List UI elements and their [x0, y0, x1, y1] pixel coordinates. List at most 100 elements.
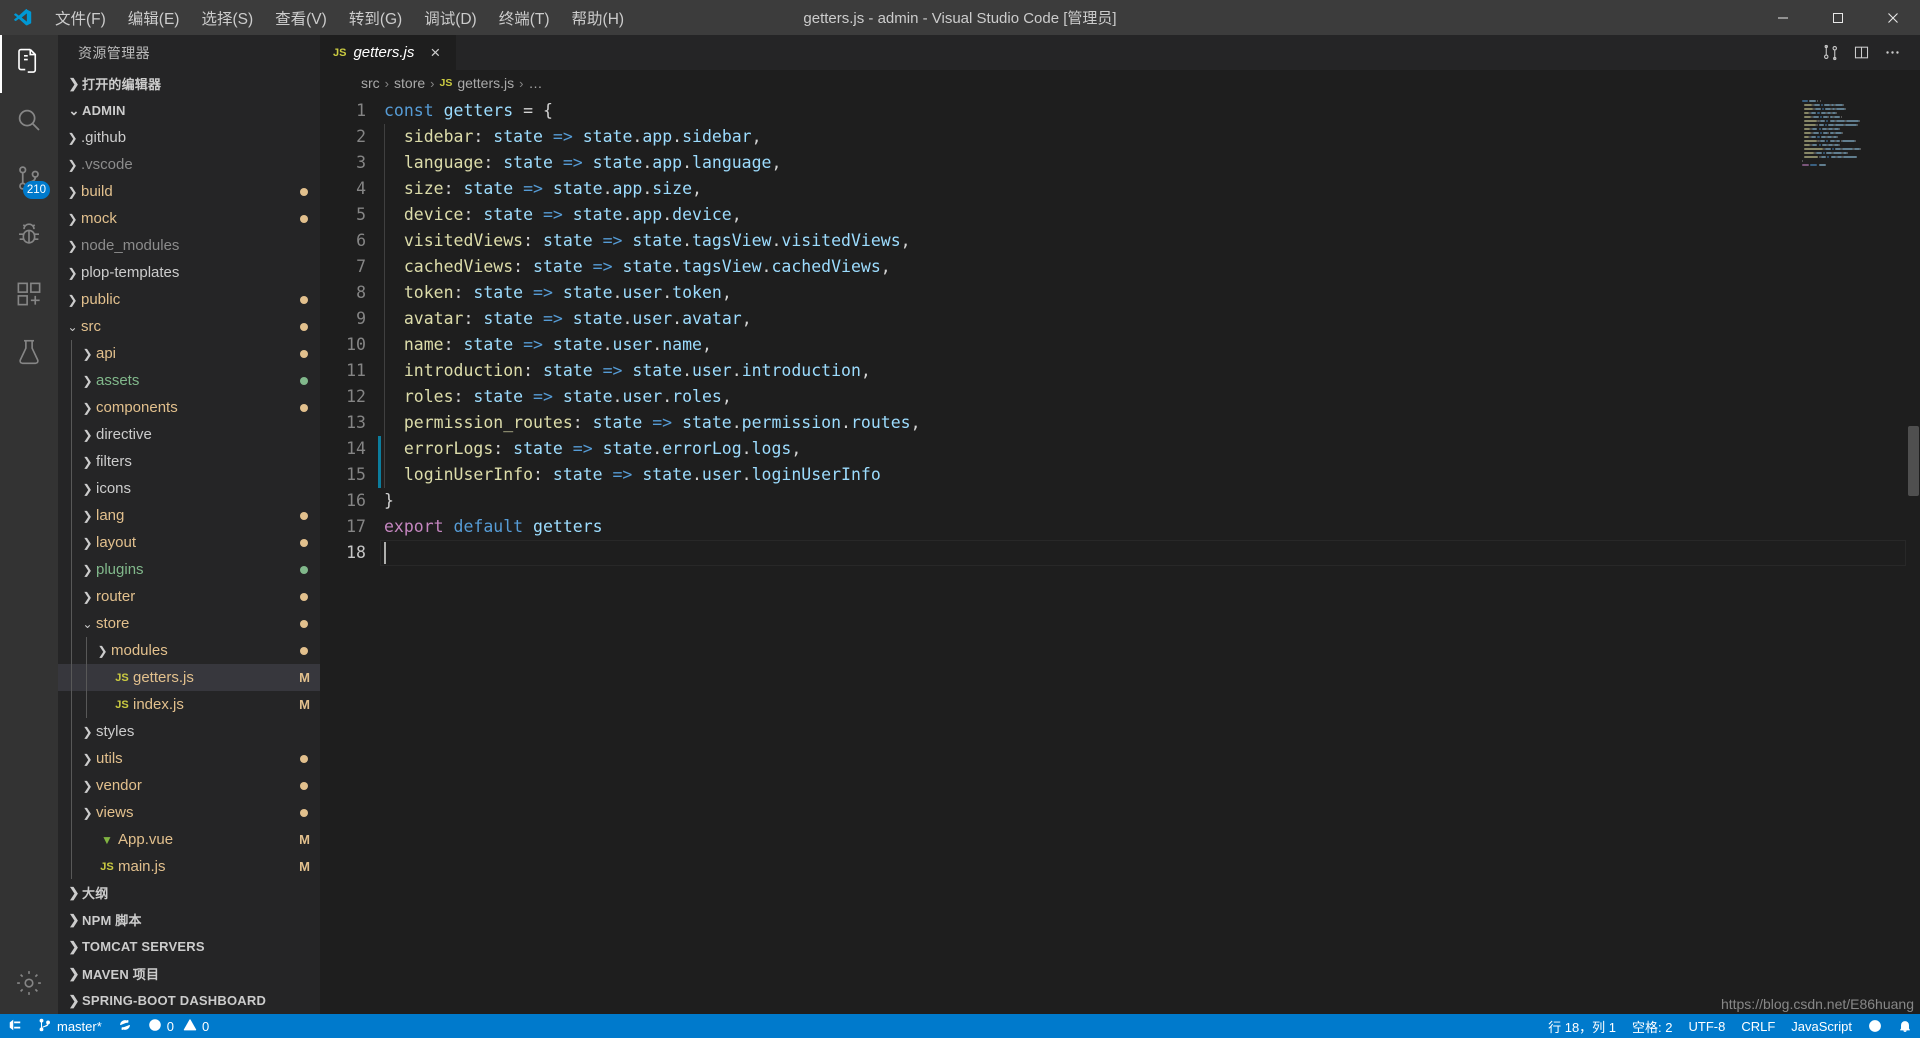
section-spring-boot-dashboard[interactable]: ❯ SPRING-BOOT DASHBOARD	[58, 987, 320, 1014]
tree-item-plop-templates[interactable]: ❯ plop-templates	[58, 259, 320, 286]
section-npm-scripts[interactable]: ❯ NPM 脚本	[58, 906, 320, 933]
chevron-right-icon[interactable]: ❯	[79, 806, 96, 820]
code-line[interactable]: const getters = {	[382, 98, 1920, 124]
tree-item-mock[interactable]: ❯ mock	[58, 205, 320, 232]
git-branch[interactable]: master*	[30, 1014, 110, 1038]
menu-bar[interactable]: 文件(F) 编辑(E) 选择(S) 查看(V) 转到(G) 调试(D) 终端(T…	[44, 0, 635, 35]
close-button[interactable]	[1865, 0, 1920, 35]
section-project-admin[interactable]: ⌄ ADMIN	[58, 97, 320, 124]
chevron-right-icon[interactable]: ❯	[79, 536, 96, 550]
tree-item-api[interactable]: ❯ api	[58, 340, 320, 367]
breadcrumb-item-store[interactable]: store	[394, 75, 425, 91]
remote-indicator[interactable]	[0, 1014, 30, 1038]
tree-item--github[interactable]: ❯ .github	[58, 124, 320, 151]
code-line[interactable]: visitedViews: state => state.tagsView.vi…	[382, 228, 1920, 254]
chevron-right-icon[interactable]: ❯	[79, 401, 96, 415]
tree-item-build[interactable]: ❯ build	[58, 178, 320, 205]
activity-manage[interactable]	[0, 956, 58, 1014]
chevron-right-icon[interactable]: ❯	[79, 374, 96, 388]
code-line[interactable]: device: state => state.app.device,	[382, 202, 1920, 228]
code-line[interactable]: }	[382, 488, 1920, 514]
chevron-right-icon[interactable]: ❯	[79, 590, 96, 604]
tree-item-lang[interactable]: ❯ lang	[58, 502, 320, 529]
code-editor[interactable]: 1 2 3 4 5 6 7 8 9 10 11 12 13 14 15 16 17 18 const getter…	[320, 96, 1920, 1014]
chevron-right-icon[interactable]: ❯	[64, 293, 81, 307]
tree-item-store[interactable]: ⌄ store	[58, 610, 320, 637]
breadcrumb-item-file[interactable]: getters.js	[457, 75, 514, 91]
chevron-right-icon[interactable]: ❯	[79, 428, 96, 442]
chevron-right-icon[interactable]: ❯	[79, 455, 96, 469]
end-of-line[interactable]: CRLF	[1733, 1019, 1783, 1034]
breadcrumb[interactable]: src › store › JS getters.js › …	[320, 70, 1920, 96]
indentation[interactable]: 空格: 2	[1624, 1017, 1680, 1036]
menu-debug[interactable]: 调试(D)	[413, 0, 488, 35]
open-changes-icon[interactable]	[1816, 39, 1844, 67]
cursor-position[interactable]: 行 18，列 1	[1540, 1017, 1624, 1036]
minimize-button[interactable]	[1755, 0, 1810, 35]
code-line[interactable]: language: state => state.app.language,	[382, 150, 1920, 176]
menu-go[interactable]: 转到(G)	[338, 0, 413, 35]
chevron-right-icon[interactable]: ❯	[79, 563, 96, 577]
tree-item-vendor[interactable]: ❯ vendor	[58, 772, 320, 799]
tree-item-filters[interactable]: ❯ filters	[58, 448, 320, 475]
tree-item-utils[interactable]: ❯ utils	[58, 745, 320, 772]
activity-test[interactable]	[0, 325, 58, 383]
chevron-right-icon[interactable]: ❯	[79, 347, 96, 361]
tree-item-index-js[interactable]: ❯JSindex.jsM	[58, 691, 320, 718]
tree-item-src[interactable]: ⌄ src	[58, 313, 320, 340]
menu-edit[interactable]: 编辑(E)	[117, 0, 191, 35]
chevron-right-icon[interactable]: ❯	[79, 725, 96, 739]
breadcrumb-item-src[interactable]: src	[361, 75, 380, 91]
file-tree[interactable]: ❯ .github ❯ .vscode ❯ build ❯ mock ❯ node_modules…	[58, 124, 320, 879]
tree-item-main-js[interactable]: ❯JSmain.jsM	[58, 853, 320, 879]
scrollbar-thumb[interactable]	[1908, 426, 1919, 496]
sync-changes[interactable]	[110, 1014, 140, 1038]
menu-terminal[interactable]: 终端(T)	[488, 0, 561, 35]
code-line[interactable]: export default getters	[382, 514, 1920, 540]
tree-item-public[interactable]: ❯ public	[58, 286, 320, 313]
tree-item--vscode[interactable]: ❯ .vscode	[58, 151, 320, 178]
chevron-right-icon[interactable]: ❯	[79, 779, 96, 793]
tree-item-views[interactable]: ❯ views	[58, 799, 320, 826]
code-line[interactable]: sidebar: state => state.app.sidebar,	[382, 124, 1920, 150]
notifications-bell-icon[interactable]	[1890, 1019, 1920, 1033]
menu-view[interactable]: 查看(V)	[264, 0, 338, 35]
code-line[interactable]: name: state => state.user.name,	[382, 332, 1920, 358]
menu-file[interactable]: 文件(F)	[44, 0, 117, 35]
code-line[interactable]: token: state => state.user.token,	[382, 280, 1920, 306]
chevron-right-icon[interactable]: ❯	[64, 185, 81, 199]
tree-item-plugins[interactable]: ❯ plugins	[58, 556, 320, 583]
section-maven-projects[interactable]: ❯ MAVEN 项目	[58, 960, 320, 987]
feedback-smiley-icon[interactable]	[1860, 1019, 1890, 1033]
section-tomcat-servers[interactable]: ❯ TOMCAT SERVERS	[58, 933, 320, 960]
code-line[interactable]: avatar: state => state.user.avatar,	[382, 306, 1920, 332]
code-content[interactable]: const getters = { sidebar: state => stat…	[380, 96, 1920, 1014]
activity-debug[interactable]	[0, 209, 58, 267]
chevron-right-icon[interactable]: ❯	[64, 131, 81, 145]
encoding[interactable]: UTF-8	[1681, 1019, 1734, 1034]
language-mode[interactable]: JavaScript	[1783, 1019, 1860, 1034]
tree-item-assets[interactable]: ❯ assets	[58, 367, 320, 394]
chevron-right-icon[interactable]: ❯	[79, 752, 96, 766]
close-icon[interactable]: ×	[426, 44, 444, 61]
section-outline[interactable]: ❯ 大纲	[58, 879, 320, 906]
tree-item-node-modules[interactable]: ❯ node_modules	[58, 232, 320, 259]
editor-scrollbar[interactable]	[1906, 96, 1920, 1014]
tree-item-modules[interactable]: ❯ modules	[58, 637, 320, 664]
chevron-right-icon[interactable]: ❯	[79, 509, 96, 523]
tree-item-styles[interactable]: ❯ styles	[58, 718, 320, 745]
chevron-right-icon[interactable]: ❯	[79, 482, 96, 496]
tree-item-getters-js[interactable]: ❯JSgetters.jsM	[58, 664, 320, 691]
code-line[interactable]: size: state => state.app.size,	[382, 176, 1920, 202]
menu-help[interactable]: 帮助(H)	[561, 0, 636, 35]
chevron-right-icon[interactable]: ❯	[64, 212, 81, 226]
code-line[interactable]: permission_routes: state => state.permis…	[382, 410, 1920, 436]
code-line[interactable]: errorLogs: state => state.errorLog.logs,	[382, 436, 1920, 462]
tree-item-directive[interactable]: ❯ directive	[58, 421, 320, 448]
breadcrumb-item-symbol[interactable]: …	[528, 75, 542, 91]
tree-item-components[interactable]: ❯ components	[58, 394, 320, 421]
chevron-down-icon[interactable]: ⌄	[64, 320, 81, 334]
maximize-button[interactable]	[1810, 0, 1865, 35]
tab-getters-js[interactable]: JS getters.js ×	[320, 35, 458, 70]
split-editor-icon[interactable]	[1847, 39, 1875, 67]
